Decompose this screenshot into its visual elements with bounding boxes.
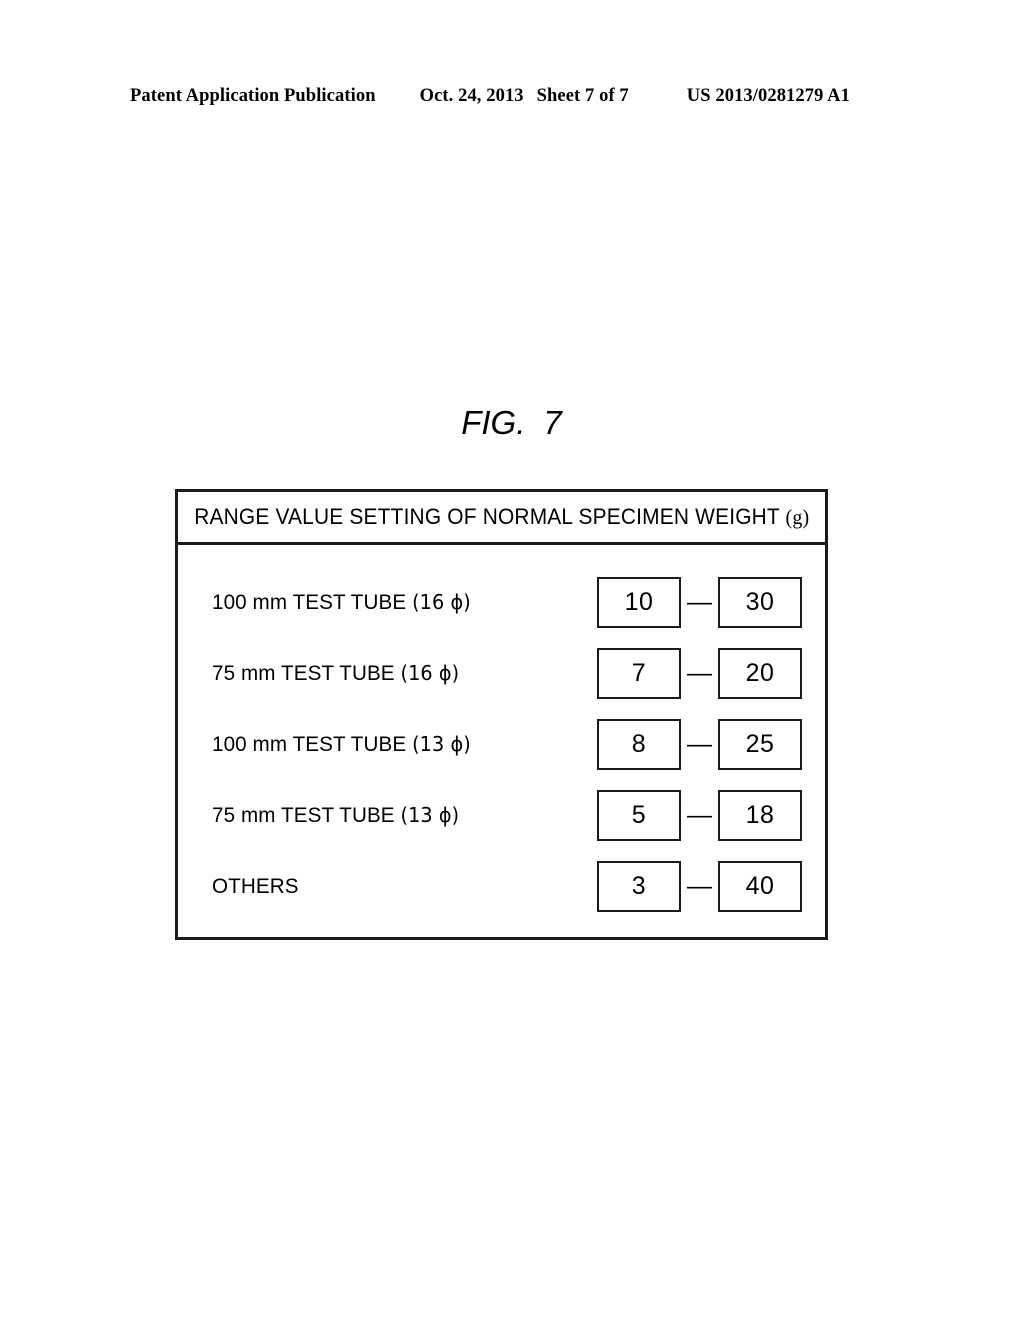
range-max-input[interactable]: 25 <box>718 719 802 770</box>
sheet-number: Sheet 7 of 7 <box>536 86 629 106</box>
table-title-unit: (g) <box>785 505 810 529</box>
range-group: 7 — 20 <box>597 648 802 699</box>
range-max-input[interactable]: 30 <box>718 577 802 628</box>
range-separator: — <box>687 730 712 758</box>
figure-label-number: 7 <box>543 404 563 441</box>
row-label-paren: (13 ϕ) <box>400 803 460 827</box>
table-row: 75 mm TEST TUBE (13 ϕ) 5 — 18 <box>178 780 825 851</box>
patent-page-header: Patent Application Publication Oct. 24, … <box>130 86 890 107</box>
range-min-input[interactable]: 10 <box>597 577 681 628</box>
row-label-prefix: 100 mm TEST TUBE <box>212 590 407 614</box>
table-body: 100 mm TEST TUBE (16 ϕ) 10 — 30 75 mm TE… <box>178 545 825 922</box>
range-value-table: RANGE VALUE SETTING OF NORMAL SPECIMEN W… <box>175 489 828 940</box>
range-min-input[interactable]: 7 <box>597 648 681 699</box>
row-label-paren: (13 ϕ) <box>412 732 471 756</box>
range-max-input[interactable]: 20 <box>718 648 802 699</box>
table-row: 100 mm TEST TUBE (16 ϕ) 10 — 30 <box>178 567 825 638</box>
range-max-input[interactable]: 18 <box>718 790 802 841</box>
publication-date: Oct. 24, 2013 <box>419 86 524 106</box>
row-label-prefix: 75 mm TEST TUBE <box>212 661 395 685</box>
row-label-prefix: OTHERS <box>212 874 299 898</box>
range-min-input[interactable]: 8 <box>597 719 681 770</box>
row-label: OTHERS <box>212 874 299 899</box>
row-label: 100 mm TEST TUBE (16 ϕ) <box>212 590 471 615</box>
range-min-input[interactable]: 5 <box>597 790 681 841</box>
row-label-paren: (16 ϕ) <box>400 661 460 685</box>
table-row: 75 mm TEST TUBE (16 ϕ) 7 — 20 <box>178 638 825 709</box>
table-title-text: RANGE VALUE SETTING OF NORMAL SPECIMEN W… <box>193 504 780 529</box>
publication-label: Patent Application Publication <box>130 86 376 106</box>
range-group: 5 — 18 <box>597 790 802 841</box>
row-label-paren: (16 ϕ) <box>412 590 471 614</box>
range-separator: — <box>687 801 712 829</box>
range-group: 10 — 30 <box>597 577 802 628</box>
row-label: 75 mm TEST TUBE (13 ϕ) <box>212 803 459 828</box>
range-min-input[interactable]: 3 <box>597 861 681 912</box>
range-separator: — <box>687 659 712 687</box>
range-separator: — <box>687 872 712 900</box>
range-max-input[interactable]: 40 <box>718 861 802 912</box>
table-title-row: RANGE VALUE SETTING OF NORMAL SPECIMEN W… <box>178 492 825 545</box>
row-label-prefix: 100 mm TEST TUBE <box>212 732 407 756</box>
range-group: 8 — 25 <box>597 719 802 770</box>
patent-number: US 2013/0281279 A1 <box>686 86 850 106</box>
table-row: 100 mm TEST TUBE (13 ϕ) 8 — 25 <box>178 709 825 780</box>
range-separator: — <box>687 588 712 616</box>
row-label-prefix: 75 mm TEST TUBE <box>212 803 395 827</box>
row-label: 100 mm TEST TUBE (13 ϕ) <box>212 732 471 757</box>
range-group: 3 — 40 <box>597 861 802 912</box>
row-label: 75 mm TEST TUBE (16 ϕ) <box>212 661 459 686</box>
table-title: RANGE VALUE SETTING OF NORMAL SPECIMEN W… <box>194 504 809 530</box>
figure-label: FIG. 7 <box>0 404 1024 442</box>
figure-label-word: FIG. <box>461 404 526 441</box>
table-row: OTHERS 3 — 40 <box>178 851 825 922</box>
